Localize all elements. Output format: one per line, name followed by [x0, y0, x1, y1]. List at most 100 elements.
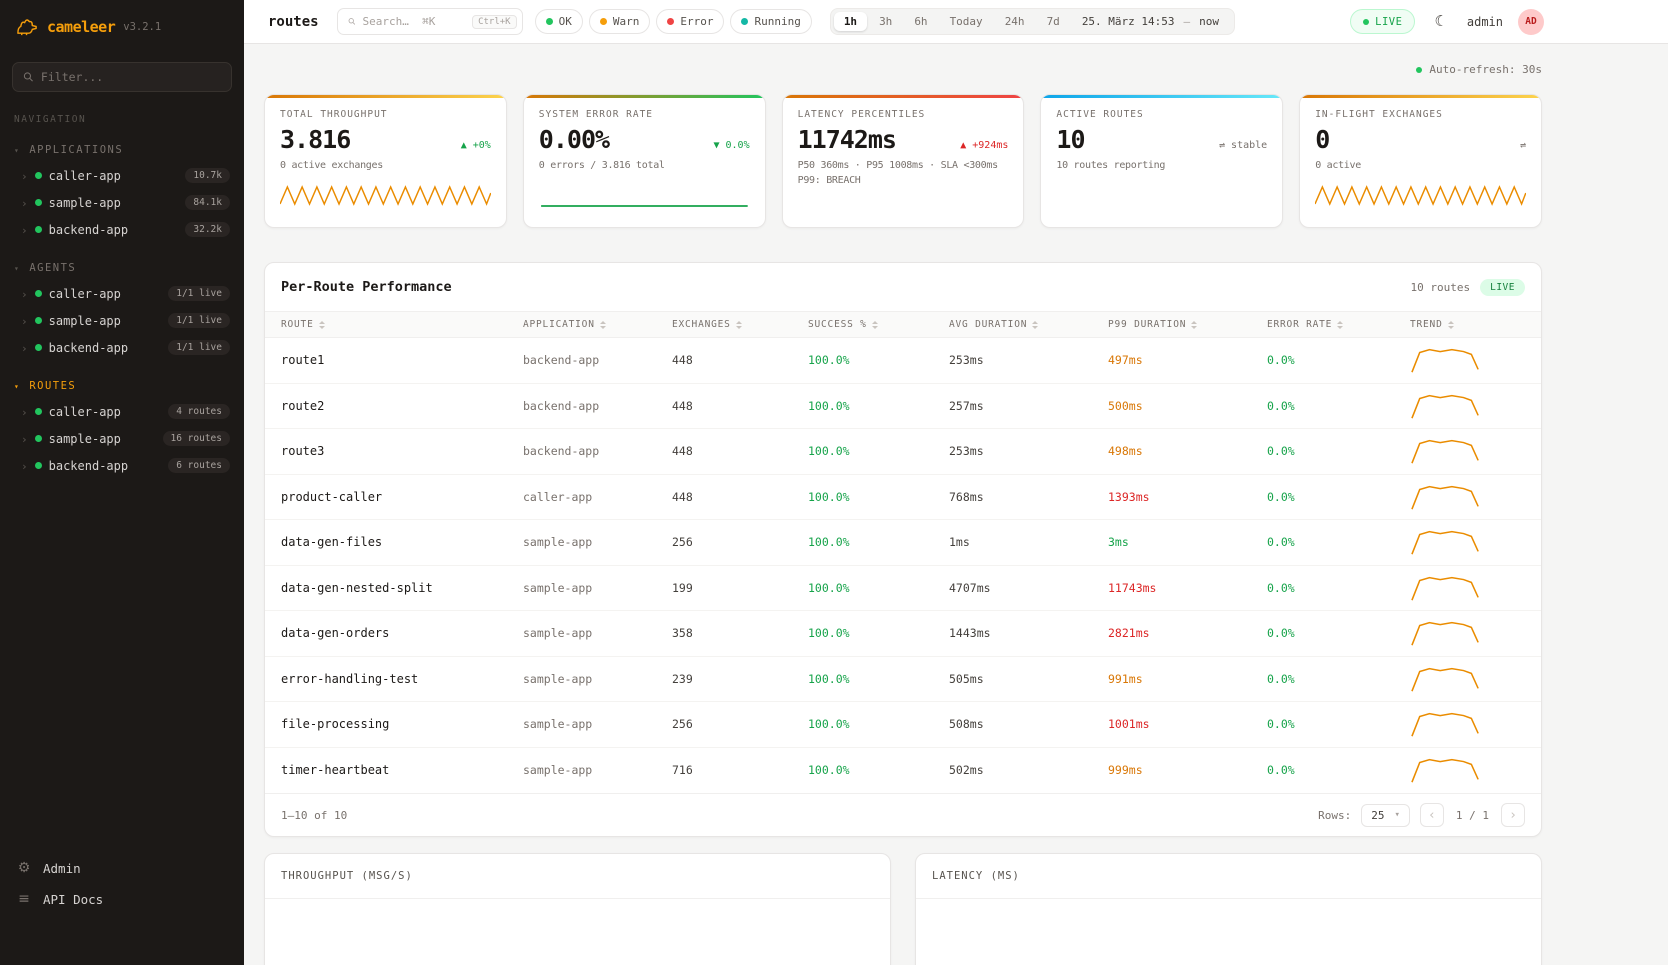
table-row-error-handling-test[interactable]: error-handling-test sample-app 239 100.0… — [265, 657, 1541, 703]
sidebar-section-label: AGENTS — [29, 262, 76, 274]
sidebar-section-header[interactable]: APPLICATIONS — [0, 138, 244, 162]
p99-duration: 2821ms — [1108, 626, 1267, 640]
sidebar-filter-box[interactable] — [12, 62, 232, 92]
table-live-badge: LIVE — [1480, 279, 1525, 296]
kpi-subtext: 0 active exchanges — [280, 158, 491, 173]
trend-sparkline — [1410, 573, 1525, 603]
table-row-data-gen-nested-split[interactable]: data-gen-nested-split sample-app 199 100… — [265, 566, 1541, 612]
dark-mode-toggle[interactable] — [1430, 10, 1451, 33]
sidebar-item-applications-caller-app[interactable]: caller-app 10.7k — [0, 162, 244, 189]
gear-icon — [16, 860, 32, 876]
table-row-route3[interactable]: route3 backend-app 448 100.0% 253ms 498m… — [265, 429, 1541, 475]
sidebar-section-agents: AGENTS caller-app 1/1 live sample-app 1/… — [0, 256, 244, 361]
search-input[interactable] — [362, 15, 465, 28]
sidebar-item-applications-sample-app[interactable]: sample-app 84.1k — [0, 189, 244, 216]
sidebar-section-header[interactable]: AGENTS — [0, 256, 244, 280]
success-rate: 100.0% — [808, 399, 949, 413]
sidebar-item-routes-sample-app[interactable]: sample-app 16 routes — [0, 425, 244, 452]
column-label: AVG DURATION — [949, 319, 1027, 330]
time-range-display[interactable]: 25. März 14:53 — now — [1070, 15, 1231, 28]
logo[interactable]: cameleer v3.2.1 — [0, 0, 244, 44]
route-name[interactable]: route3 — [281, 444, 523, 458]
kpi-accent-bar — [1300, 95, 1541, 98]
trend-sparkline — [1410, 618, 1525, 648]
trend-sparkline-icon — [1410, 573, 1484, 603]
column-header-error-rate[interactable]: ERROR RATE — [1267, 319, 1410, 330]
kpi-value: 0.00% — [539, 125, 609, 154]
table-row-route1[interactable]: route1 backend-app 448 100.0% 253ms 497m… — [265, 338, 1541, 384]
sidebar-item-applications-backend-app[interactable]: backend-app 32.2k — [0, 216, 244, 243]
column-header-success[interactable]: SUCCESS % — [808, 319, 949, 330]
route-name[interactable]: file-processing — [281, 717, 523, 731]
table-row-route2[interactable]: route2 backend-app 448 100.0% 257ms 500m… — [265, 384, 1541, 430]
time-range-6h[interactable]: 6h — [904, 12, 937, 31]
route-name[interactable]: data-gen-orders — [281, 626, 523, 640]
time-range-3h[interactable]: 3h — [869, 12, 902, 31]
sidebar-item-routes-backend-app[interactable]: backend-app 6 routes — [0, 452, 244, 479]
filter-chip-error[interactable]: Error — [656, 9, 724, 34]
sidebar-item-badge: 4 routes — [168, 404, 230, 419]
chevron-right-icon — [21, 432, 28, 446]
avg-duration: 253ms — [949, 444, 1108, 458]
filter-chip-running[interactable]: Running — [730, 9, 811, 34]
avatar[interactable]: AD — [1518, 9, 1544, 35]
rows-per-page-select[interactable]: 25 — [1361, 804, 1410, 827]
table-row-timer-heartbeat[interactable]: timer-heartbeat sample-app 716 100.0% 50… — [265, 748, 1541, 794]
sidebar-item-admin[interactable]: Admin — [16, 860, 228, 876]
filter-input[interactable] — [41, 70, 221, 84]
route-name[interactable]: error-handling-test — [281, 672, 523, 686]
column-header-route[interactable]: ROUTE — [281, 319, 523, 330]
live-badge[interactable]: LIVE — [1350, 9, 1415, 34]
pagination-next-button[interactable]: › — [1501, 803, 1525, 827]
sidebar-item-agents-caller-app[interactable]: caller-app 1/1 live — [0, 280, 244, 307]
sidebar-item-agents-backend-app[interactable]: backend-app 1/1 live — [0, 334, 244, 361]
trend-sparkline-icon — [1410, 482, 1484, 512]
status-dot — [600, 18, 607, 25]
route-name[interactable]: route1 — [281, 353, 523, 367]
table-header-bar: Per-Route Performance 10 routes LIVE — [265, 263, 1541, 311]
table-row-product-caller[interactable]: product-caller caller-app 448 100.0% 768… — [265, 475, 1541, 521]
trend-sparkline — [1410, 436, 1525, 466]
sort-icon — [1337, 321, 1343, 329]
p99-duration: 498ms — [1108, 444, 1267, 458]
application-name: sample-app — [523, 626, 672, 640]
table-row-file-processing[interactable]: file-processing sample-app 256 100.0% 50… — [265, 702, 1541, 748]
kpi-subtexts: 0 active — [1315, 158, 1526, 173]
time-range-7d[interactable]: 7d — [1037, 12, 1070, 31]
kpi-subtexts: 0 active exchanges — [280, 158, 491, 173]
time-range-1h[interactable]: 1h — [834, 12, 867, 31]
route-name[interactable]: data-gen-files — [281, 535, 523, 549]
search-box[interactable]: Ctrl+K — [337, 8, 523, 35]
route-name[interactable]: timer-heartbeat — [281, 763, 523, 777]
sidebar-item-badge: 84.1k — [185, 195, 230, 210]
column-header-p99-duration[interactable]: P99 DURATION — [1108, 319, 1267, 330]
time-range-24h[interactable]: 24h — [995, 12, 1035, 31]
sidebar-item-routes-caller-app[interactable]: caller-app 4 routes — [0, 398, 244, 425]
success-rate: 100.0% — [808, 763, 949, 777]
time-range-today[interactable]: Today — [940, 12, 993, 31]
pagination-prev-button[interactable]: ‹ — [1420, 803, 1444, 827]
status-dot — [35, 172, 42, 179]
time-range-group: 1h3h6hToday24h7d 25. März 14:53 — now — [830, 8, 1235, 35]
per-route-performance-card: Per-Route Performance 10 routes LIVE ROU… — [264, 262, 1542, 837]
route-name[interactable]: route2 — [281, 399, 523, 413]
column-header-trend[interactable]: TREND — [1410, 319, 1525, 330]
route-name[interactable]: data-gen-nested-split — [281, 581, 523, 595]
avg-duration: 257ms — [949, 399, 1108, 413]
sidebar-section-header[interactable]: ROUTES — [0, 374, 244, 398]
trend-sparkline — [1410, 709, 1525, 739]
sidebar-item-api-docs[interactable]: API Docs — [16, 891, 228, 907]
avg-duration: 768ms — [949, 490, 1108, 504]
status-dot — [35, 344, 42, 351]
error-rate: 0.0% — [1267, 490, 1410, 504]
route-name[interactable]: product-caller — [281, 490, 523, 504]
column-header-exchanges[interactable]: EXCHANGES — [672, 319, 808, 330]
table-row-data-gen-files[interactable]: data-gen-files sample-app 256 100.0% 1ms… — [265, 520, 1541, 566]
filter-chip-ok[interactable]: OK — [535, 9, 583, 34]
sidebar-item-agents-sample-app[interactable]: sample-app 1/1 live — [0, 307, 244, 334]
column-header-avg-duration[interactable]: AVG DURATION — [949, 319, 1108, 330]
filter-chip-warn[interactable]: Warn — [589, 9, 651, 34]
column-label: ERROR RATE — [1267, 319, 1332, 330]
column-header-application[interactable]: APPLICATION — [523, 319, 672, 330]
table-row-data-gen-orders[interactable]: data-gen-orders sample-app 358 100.0% 14… — [265, 611, 1541, 657]
